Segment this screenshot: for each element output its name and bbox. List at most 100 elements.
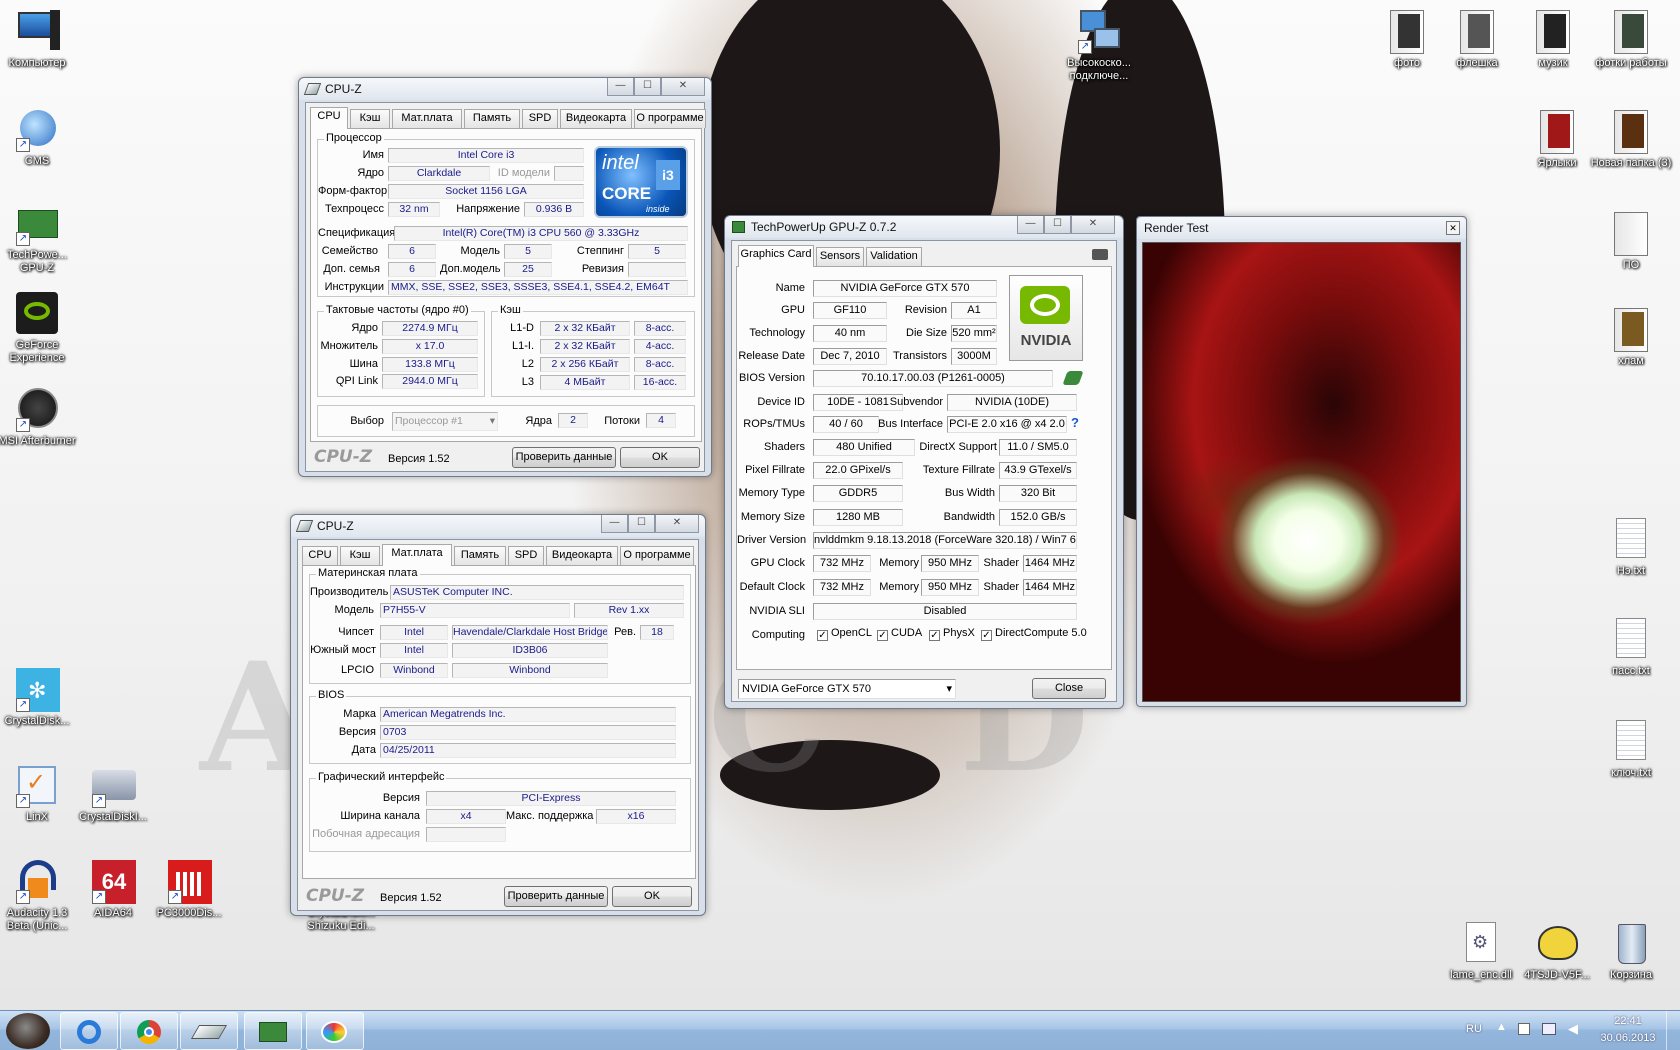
cache-group: Кэш L1-D 2 x 32 КБайт 8-асс. L1-I. 2 x 32 КБ…: [491, 304, 695, 397]
minimize-button[interactable]: —: [601, 515, 628, 533]
camera-icon[interactable]: [1092, 249, 1108, 260]
desktop-icon-folder-muzik[interactable]: музик: [1512, 8, 1594, 70]
desktop-icon-audacity[interactable]: ↗ Audacity 1.3 Beta (Unic...: [0, 858, 78, 933]
desktop-icon-pc3000[interactable]: ↗ PC3000Dis...: [148, 858, 230, 920]
tab-validation[interactable]: Validation: [866, 247, 922, 266]
render-test-window: Render Test ✕: [1136, 216, 1467, 707]
desktop-icon-crystaldisk[interactable]: ✻ ↗ CrystalDisk...: [0, 666, 78, 728]
cuda-checkbox[interactable]: ✓ CUDA: [877, 627, 922, 641]
tab-about[interactable]: О программе: [634, 109, 706, 128]
taskbar-gpuz-button[interactable]: [244, 1012, 302, 1050]
physx-checkbox[interactable]: ✓ PhysX: [929, 627, 975, 641]
desktop-icon-lame-dll[interactable]: ⚙ lame_enc.dll: [1440, 920, 1522, 982]
desktop-icon-cms[interactable]: ↗ CMS: [0, 106, 78, 168]
tab-sensors[interactable]: Sensors: [816, 247, 864, 266]
desktop-icon-afterburner[interactable]: ↗ MSI Afterburner: [0, 386, 78, 448]
cms-icon: ↗: [14, 106, 60, 152]
taskbar-ie-button[interactable]: [60, 1012, 118, 1050]
desktop-icon-troll[interactable]: 4TSJD-V5F...: [1516, 920, 1598, 982]
tab-memory[interactable]: Память: [464, 109, 520, 128]
logo-core-text: CORE: [602, 184, 652, 203]
help-icon[interactable]: ?: [1071, 415, 1079, 430]
ok-button[interactable]: OK: [612, 886, 692, 907]
network-tray-icon[interactable]: [1542, 1023, 1556, 1035]
tab-memory[interactable]: Память: [454, 546, 506, 565]
desktop-icon-computer[interactable]: Компьютер: [0, 8, 78, 70]
taskbar-chrome-button[interactable]: [120, 1012, 178, 1050]
desktop-icon-network[interactable]: ↗ Высокоско... подключе...: [1058, 8, 1140, 83]
desktop-icon-linx[interactable]: ✓ ↗ LinX: [0, 762, 78, 824]
taskbar-cpuz-button[interactable]: [180, 1012, 238, 1050]
close-button[interactable]: ✕: [655, 515, 699, 533]
close-button[interactable]: ✕: [661, 78, 705, 96]
opencl-checkbox[interactable]: ✓ OpenCL: [817, 627, 872, 641]
validate-button[interactable]: Проверить данные: [504, 886, 608, 907]
minimize-button[interactable]: —: [607, 78, 634, 96]
spec-value: Intel(R) Core(TM) i3 CPU 560 @ 3.33GHz: [394, 226, 688, 241]
close-button-bottom[interactable]: Close: [1032, 678, 1106, 699]
clock-date[interactable]: 30.06.2013: [1594, 1032, 1662, 1044]
show-desktop-button[interactable]: [1666, 1011, 1680, 1050]
render-test-titlebar[interactable]: Render Test ✕: [1137, 217, 1466, 239]
desktop-icon-folder-new3[interactable]: Новая папка (3): [1590, 108, 1672, 170]
desktop-icon-folder-fotki[interactable]: фотки работы: [1590, 8, 1672, 70]
package-label: Форм-фактор: [318, 185, 388, 197]
tab-cpu[interactable]: CPU: [302, 546, 338, 565]
desktop-icon-folder-po[interactable]: ПО: [1590, 210, 1672, 272]
ok-button[interactable]: OK: [620, 447, 700, 468]
start-button[interactable]: [6, 1013, 50, 1049]
maximize-button[interactable]: ☐: [628, 515, 655, 533]
tab-cache[interactable]: Кэш: [350, 109, 390, 128]
desktop-icon-folder-yarlyki[interactable]: Ярлыки: [1516, 108, 1598, 170]
family-label: Семейство: [321, 245, 378, 257]
die-size-label: Die Size: [906, 327, 947, 339]
processor-select[interactable]: Процессор #1 ▾: [392, 412, 498, 431]
desktop-icon-geforce[interactable]: GeForce Experience: [0, 290, 78, 365]
tab-graphics-card[interactable]: Graphics Card: [738, 245, 814, 267]
minimize-button[interactable]: —: [1017, 216, 1044, 234]
gpuz-app-icon: [732, 221, 745, 233]
desktop-icon-folder-fleshka[interactable]: флешка: [1436, 8, 1518, 70]
tab-about[interactable]: О программе: [620, 546, 694, 565]
show-hidden-icons[interactable]: ▲: [1496, 1021, 1507, 1033]
cpuz-titlebar[interactable]: CPU-Z — ☐ ✕: [291, 515, 705, 537]
cache-size-value: 2 x 32 КБайт: [540, 321, 630, 336]
gpu-select-dropdown[interactable]: NVIDIA GeForce GTX 570 ▾: [738, 679, 956, 699]
tab-mainboard[interactable]: Мат.плата: [392, 109, 462, 128]
close-button[interactable]: ✕: [1071, 216, 1115, 234]
group-label: Тактовые частоты (ядро #0): [324, 304, 471, 316]
desktop-icon-recycle-bin[interactable]: Корзина: [1590, 920, 1672, 982]
close-icon[interactable]: ✕: [1446, 221, 1460, 235]
desktop-icon-folder-hlam[interactable]: хлам: [1590, 306, 1672, 368]
bios-export-icon[interactable]: [1062, 371, 1084, 385]
desktop-icon-aida64[interactable]: 64 ↗ AIDA64: [72, 858, 154, 920]
maximize-button[interactable]: ☐: [634, 78, 661, 96]
tab-cache[interactable]: Кэш: [340, 546, 380, 565]
revision-label: Ревизия: [581, 263, 624, 275]
desktop-icon-file-ne[interactable]: Нэ.txt: [1590, 516, 1672, 578]
default-memory-label: Memory: [879, 581, 919, 593]
flag-icon[interactable]: [1518, 1023, 1530, 1035]
tab-mainboard[interactable]: Мат.плата: [382, 544, 452, 566]
cpuz-titlebar[interactable]: CPU-Z — ☐ ✕: [299, 78, 711, 100]
taskbar-paint-button[interactable]: [306, 1012, 364, 1050]
tab-spd[interactable]: SPD: [508, 546, 544, 565]
directcompute-checkbox[interactable]: ✓ DirectCompute 5.0: [981, 627, 1087, 641]
maximize-button[interactable]: ☐: [1044, 216, 1071, 234]
tab-spd[interactable]: SPD: [522, 109, 558, 128]
desktop-icon-crystaldiskinfo[interactable]: ↗ CrystalDiskI...: [72, 762, 154, 824]
tab-graphics[interactable]: Видеокарта: [560, 109, 632, 128]
desktop-icon-file-pass[interactable]: пасс.txt: [1590, 616, 1672, 678]
tab-cpu[interactable]: CPU: [310, 107, 348, 129]
language-indicator[interactable]: RU: [1466, 1023, 1482, 1035]
max-supported-label: Макс. поддержка: [506, 810, 594, 822]
volume-icon[interactable]: ◀: [1568, 1021, 1578, 1037]
nvidia-logo-text: NVIDIA: [1020, 332, 1072, 349]
gpuz-titlebar[interactable]: TechPowerUp GPU-Z 0.7.2 — ☐ ✕: [725, 216, 1123, 238]
desktop-icon-file-klyuch[interactable]: ключ.txt: [1590, 718, 1672, 780]
default-shader-value: 1464 MHz: [1023, 579, 1077, 596]
clock-time[interactable]: 22:41: [1600, 1015, 1656, 1027]
tab-graphics[interactable]: Видеокарта: [546, 546, 618, 565]
validate-button[interactable]: Проверить данные: [512, 447, 616, 468]
desktop-icon-gpuz[interactable]: ↗ TechPowe... GPU-Z: [0, 200, 78, 275]
